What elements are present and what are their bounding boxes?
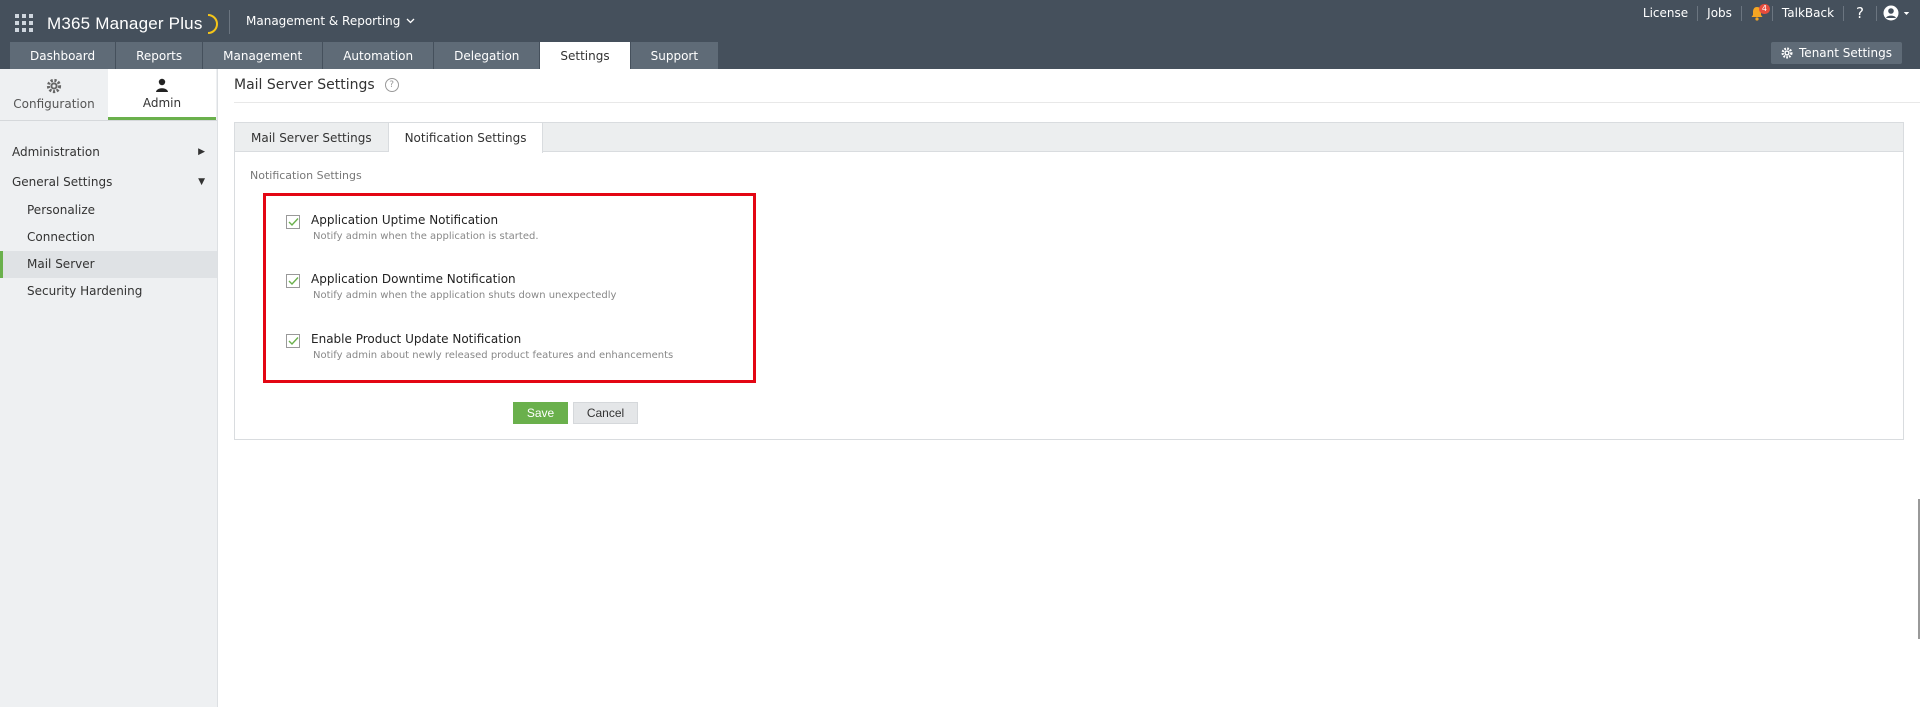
app-name: M365 Manager Plus (47, 14, 203, 33)
tab-reports[interactable]: Reports (116, 42, 204, 69)
sidebar-menu: Administration ▶ General Settings ▼ Pers… (0, 121, 217, 305)
option-description: Notify admin when the application shuts … (313, 290, 617, 301)
user-avatar-icon (1883, 5, 1899, 21)
header-utilities: License Jobs 4 TalkBack ? (1634, 0, 1920, 26)
user-icon (156, 78, 168, 92)
page-title: Mail Server Settings (234, 77, 375, 93)
left-sidebar: Configuration Admin Administration ▶ Gen… (0, 69, 218, 707)
save-button[interactable]: Save (513, 402, 568, 424)
chevron-down-icon (1903, 11, 1910, 15)
sidebar-item-label: General Settings (12, 175, 113, 189)
checkmark-icon (288, 337, 299, 346)
help-button[interactable]: ? (1844, 0, 1876, 26)
help-icon[interactable]: ? (384, 78, 399, 92)
app-logo[interactable]: M365 Manager Plus (47, 12, 219, 36)
module-switcher-label: Management & Reporting (246, 14, 401, 28)
main-nav-tabs: Dashboard Reports Management Automation … (10, 42, 720, 69)
sidebar-item-connection[interactable]: Connection (0, 224, 217, 251)
section-heading: Notification Settings (250, 169, 362, 182)
sidebar-item-mail-server[interactable]: Mail Server (0, 251, 217, 278)
tab-automation[interactable]: Automation (323, 42, 435, 69)
option-description: Notify admin when the application is sta… (313, 231, 539, 242)
main-content: Mail Server Settings ? Mail Server Setti… (218, 69, 1920, 707)
jobs-link[interactable]: Jobs (1698, 0, 1741, 26)
sidebar-mode-tabs: Configuration Admin (0, 69, 217, 121)
highlight-box: Application Uptime Notification Notify a… (263, 193, 756, 383)
logo-arc-icon (207, 14, 218, 34)
license-link[interactable]: License (1634, 0, 1697, 26)
sidebar-tab-configuration[interactable]: Configuration (0, 69, 108, 120)
caret-down-icon: ▼ (198, 177, 205, 187)
tab-mail-server-settings[interactable]: Mail Server Settings (235, 123, 389, 152)
option-description: Notify admin about newly released produc… (313, 350, 674, 361)
user-menu[interactable] (1877, 5, 1920, 21)
app-grid-icon[interactable] (15, 14, 33, 32)
option-title: Enable Product Update Notification (311, 332, 522, 346)
sidebar-tab-label: Admin (142, 95, 182, 110)
tab-notification-settings[interactable]: Notification Settings (388, 123, 544, 153)
sidebar-item-personalize[interactable]: Personalize (0, 197, 217, 224)
tab-delegation[interactable]: Delegation (434, 42, 541, 69)
caret-right-icon: ▶ (198, 147, 205, 157)
tenant-settings-button[interactable]: Tenant Settings (1771, 42, 1902, 64)
panel-tabs: Mail Server Settings Notification Settin… (235, 123, 1903, 153)
sidebar-item-general-settings[interactable]: General Settings ▼ (0, 167, 217, 197)
checkmark-icon (288, 277, 299, 286)
tab-management[interactable]: Management (203, 42, 324, 69)
gear-icon (46, 78, 62, 94)
tenant-settings-label: Tenant Settings (1799, 46, 1892, 60)
tab-dashboard[interactable]: Dashboard (10, 42, 117, 69)
module-switcher[interactable]: Management & Reporting (246, 14, 415, 28)
settings-panel: Mail Server Settings Notification Settin… (234, 122, 1904, 440)
talkback-link[interactable]: TalkBack (1773, 0, 1843, 26)
option-title: Application Downtime Notification (311, 272, 516, 286)
sidebar-item-administration[interactable]: Administration ▶ (0, 137, 217, 167)
downtime-notification-checkbox[interactable] (286, 274, 300, 288)
sidebar-tab-label: Configuration (13, 97, 95, 111)
sidebar-item-security-hardening[interactable]: Security Hardening (0, 278, 217, 305)
gear-icon (1781, 47, 1793, 59)
product-update-notification-checkbox[interactable] (286, 334, 300, 348)
chevron-down-icon (406, 18, 415, 24)
top-bar: M365 Manager Plus Management & Reporting… (0, 0, 1920, 69)
page-header: Mail Server Settings ? (234, 77, 399, 93)
uptime-notification-checkbox[interactable] (286, 215, 300, 229)
checkmark-icon (288, 218, 299, 227)
sidebar-item-label: Administration (12, 145, 100, 159)
tab-support[interactable]: Support (630, 42, 720, 69)
tab-settings[interactable]: Settings (540, 42, 631, 69)
cancel-button[interactable]: Cancel (573, 402, 638, 424)
header-divider (229, 10, 230, 34)
option-title: Application Uptime Notification (311, 213, 499, 227)
notifications-button[interactable]: 4 (1742, 3, 1772, 21)
sidebar-tab-admin[interactable]: Admin (108, 69, 216, 120)
title-divider (234, 102, 1920, 103)
notification-count-badge: 4 (1758, 3, 1770, 14)
